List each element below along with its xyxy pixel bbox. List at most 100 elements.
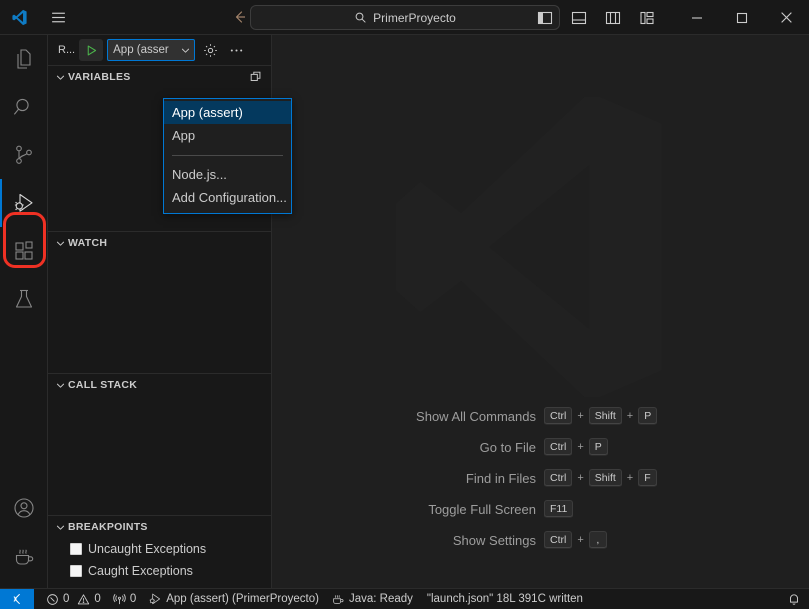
- section-title-call-stack: CALL STACK: [68, 379, 138, 391]
- section-title-watch: WATCH: [68, 237, 108, 249]
- key-plus: +: [577, 472, 584, 484]
- key-f: F: [638, 469, 657, 487]
- customize-layout-icon[interactable]: [630, 0, 664, 35]
- key-p: P: [588, 438, 608, 456]
- key-plus: +: [577, 534, 584, 546]
- shortcut-row-find-in-files: Find in Files Ctrl + Shift + F: [272, 469, 689, 487]
- shortcut-label: Toggle Full Screen: [428, 501, 536, 517]
- welcome-shortcuts: Show All Commands Ctrl + Shift + P Go to…: [272, 407, 809, 549]
- call-stack-body: [48, 396, 271, 515]
- key-plus: +: [577, 410, 584, 422]
- open-launch-json-gear-icon: [203, 43, 218, 58]
- search-value: PrimerProyecto: [373, 10, 456, 25]
- hamburger-menu-icon[interactable]: [38, 9, 78, 26]
- titlebar-right-controls: [528, 0, 809, 35]
- breakpoints-body: Uncaught Exceptions Caught Exceptions: [48, 538, 271, 588]
- status-problems[interactable]: 0 0: [40, 589, 107, 609]
- notifications-bell-icon: [787, 592, 801, 606]
- run-and-debug-icon: [148, 592, 162, 606]
- key-plus: +: [577, 441, 584, 453]
- breakpoint-row-uncaught-exceptions[interactable]: Uncaught Exceptions: [48, 538, 271, 560]
- status-debug-configuration[interactable]: App (assert) (PrimerProyecto): [142, 589, 325, 609]
- workbench-body: R... App (asser VARIABLES WATCH CALL STA…: [0, 35, 809, 588]
- key-shift: Shift: [588, 469, 622, 487]
- section-header-watch[interactable]: WATCH: [48, 232, 271, 254]
- open-launch-json-button[interactable]: [199, 39, 221, 61]
- source-control-icon: [12, 143, 36, 167]
- key-comma: ,: [588, 531, 607, 549]
- section-title-breakpoints: BREAKPOINTS: [68, 521, 148, 533]
- arrow-back-icon[interactable]: [226, 6, 252, 28]
- start-debugging-play-icon: [85, 44, 98, 57]
- extensions-icon: [12, 239, 36, 263]
- section-header-call-stack[interactable]: CALL STACK: [48, 374, 271, 396]
- key-ctrl: Ctrl: [544, 531, 573, 549]
- dropdown-item-label: Add Configuration...: [172, 190, 287, 205]
- start-debugging-button[interactable]: [79, 39, 104, 61]
- watch-body: [48, 254, 271, 373]
- shortcut-row-show-settings: Show Settings Ctrl + ,: [272, 531, 689, 549]
- activitybar-item-search[interactable]: [0, 83, 48, 131]
- close-icon[interactable]: [764, 0, 809, 35]
- activitybar-item-java-projects[interactable]: [0, 532, 48, 580]
- remote-window-button[interactable]: [0, 588, 34, 609]
- coffee-cup-icon: [12, 544, 36, 568]
- dropdown-item-add-configuration[interactable]: Add Configuration...: [164, 186, 291, 209]
- editor-area: Show All Commands Ctrl + Shift + P Go to…: [272, 35, 809, 588]
- key-plus: +: [626, 410, 634, 422]
- section-header-variables[interactable]: VARIABLES: [48, 66, 271, 88]
- shortcut-label: Show Settings: [452, 532, 536, 548]
- shortcut-label: Go to File: [479, 439, 536, 455]
- variables-copy-button[interactable]: [249, 70, 271, 84]
- toggle-panel-icon[interactable]: [562, 0, 596, 35]
- activitybar-item-accounts[interactable]: [0, 484, 48, 532]
- debug-configuration-dropdown[interactable]: App (assert) App Node.js... Add Configur…: [163, 98, 292, 214]
- shortcut-keys: F11: [544, 500, 689, 518]
- checkbox-uncaught-exceptions[interactable]: [70, 543, 82, 555]
- more-actions-icon: [229, 43, 244, 58]
- dropdown-item-app-assert[interactable]: App (assert): [164, 101, 291, 124]
- remote-window-icon: [10, 592, 24, 606]
- status-notifications[interactable]: [787, 592, 809, 606]
- more-actions-button[interactable]: [225, 39, 247, 61]
- dropdown-item-label: App (assert): [172, 105, 243, 120]
- shortcut-keys: Ctrl + P: [544, 438, 689, 456]
- section-breakpoints: BREAKPOINTS Uncaught Exceptions Caught E…: [48, 515, 271, 588]
- maximize-icon[interactable]: [719, 0, 764, 35]
- toggle-primary-sidebar-icon[interactable]: [528, 0, 562, 35]
- key-ctrl: Ctrl: [544, 469, 573, 487]
- search-input[interactable]: PrimerProyecto: [250, 5, 560, 30]
- dropdown-item-app[interactable]: App: [164, 124, 291, 147]
- activitybar-item-source-control[interactable]: [0, 131, 48, 179]
- dropdown-item-nodejs[interactable]: Node.js...: [164, 163, 291, 186]
- shortcut-label: Show All Commands: [416, 408, 536, 424]
- section-watch: WATCH: [48, 231, 271, 373]
- status-java[interactable]: Java: Ready: [325, 589, 419, 609]
- activitybar-item-extensions[interactable]: [0, 227, 48, 275]
- toggle-secondary-sidebar-icon[interactable]: [596, 0, 630, 35]
- activitybar-item-testing[interactable]: [0, 275, 48, 323]
- dropdown-item-label: Node.js...: [172, 167, 227, 182]
- breakpoint-row-caught-exceptions[interactable]: Caught Exceptions: [48, 560, 271, 582]
- status-bar: 0 0 0 App (assert) (PrimerProyecto) Java…: [0, 588, 809, 609]
- search-icon: [12, 95, 36, 119]
- error-count: 0: [63, 593, 70, 605]
- shortcut-row-show-all-commands: Show All Commands Ctrl + Shift + P: [272, 407, 689, 425]
- minimize-icon[interactable]: [674, 0, 719, 35]
- key-p: P: [638, 407, 658, 425]
- checkbox-caught-exceptions[interactable]: [70, 565, 82, 577]
- section-header-breakpoints[interactable]: BREAKPOINTS: [48, 516, 271, 538]
- breakpoint-label: Uncaught Exceptions: [88, 542, 207, 556]
- debug-configuration-select[interactable]: App (asser: [107, 39, 196, 61]
- status-ports[interactable]: 0: [107, 589, 142, 609]
- key-shift: Shift: [588, 407, 622, 425]
- key-ctrl: Ctrl: [544, 438, 573, 456]
- breakpoint-label: Caught Exceptions: [88, 564, 193, 578]
- activitybar-item-run-and-debug[interactable]: [0, 179, 48, 227]
- shortcut-row-toggle-full-screen: Toggle Full Screen F11: [272, 500, 689, 518]
- run-and-debug-sidebar: R... App (asser VARIABLES WATCH CALL STA…: [48, 35, 292, 588]
- activitybar-item-explorer[interactable]: [0, 35, 48, 83]
- error-circle-icon: [46, 593, 59, 606]
- ports-count: 0: [129, 593, 137, 605]
- shortcut-keys: Ctrl + Shift + F: [544, 469, 689, 487]
